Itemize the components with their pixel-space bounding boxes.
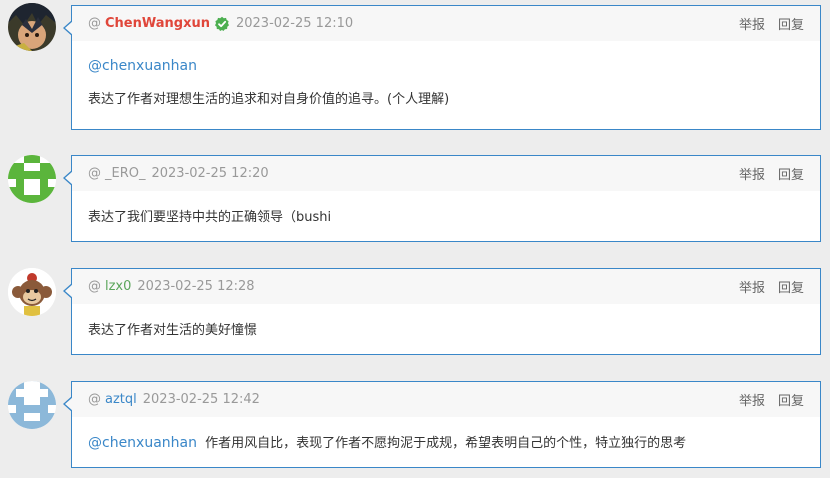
comment-body: @chenxuanhan 表达了作者对理想生活的追求和对自身价值的追寻。(个人理… (72, 58, 820, 107)
comment-box: @ ChenWangxun 2023-02-25 12:10 举报 回复 @ch… (63, 5, 821, 130)
timestamp: 2023-02-25 12:20 (151, 166, 269, 181)
comment-header: @ lzx0 2023-02-25 12:28 举报 回复 (72, 269, 820, 304)
comment-header: @ _ERO_ 2023-02-25 12:20 举报 回复 (72, 156, 820, 191)
reply-button[interactable]: 回复 (778, 390, 804, 409)
reply-button[interactable]: 回复 (778, 164, 804, 183)
comment-box: @ aztql 2023-02-25 12:42 举报 回复 @chenxuan… (63, 381, 821, 468)
avatar[interactable] (8, 268, 56, 316)
comment-text: 表达了作者对理想生活的追求和对自身价值的追寻。(个人理解) (88, 92, 450, 107)
comment-body: 表达了我们要坚持中共的正确领导（bushi (72, 206, 820, 225)
verified-badge-icon (214, 16, 230, 32)
comment-box: @ _ERO_ 2023-02-25 12:20 举报 回复 表达了我们要坚持中… (63, 155, 821, 242)
identicon-green-icon (8, 155, 56, 203)
reply-button[interactable]: 回复 (778, 277, 804, 296)
comment-header: @ ChenWangxun 2023-02-25 12:10 举报 回复 (72, 6, 820, 41)
comment-text: 表达了作者对生活的美好憧憬 (88, 323, 258, 338)
mention-link[interactable]: @chenxuanhan (88, 435, 197, 451)
mention-link[interactable]: @chenxuanhan (88, 58, 804, 74)
avatar[interactable] (8, 381, 56, 429)
timestamp: 2023-02-25 12:10 (235, 16, 354, 31)
at-sign: @ (88, 392, 101, 407)
at-sign: @ (88, 16, 101, 31)
comment-actions: 举报 回复 (739, 277, 804, 296)
at-sign: @ (88, 166, 101, 181)
username-link[interactable]: lzx0 (105, 279, 131, 294)
anime-avatar-icon (8, 3, 56, 51)
report-button[interactable]: 举报 (739, 277, 765, 296)
avatar[interactable] (8, 155, 56, 203)
comment-actions: 举报 回复 (739, 14, 804, 33)
username-link[interactable]: _ERO_ (105, 166, 145, 181)
comment-header: @ aztql 2023-02-25 12:42 举报 回复 (72, 382, 820, 417)
avatar[interactable] (8, 3, 56, 51)
report-button[interactable]: 举报 (739, 164, 765, 183)
report-button[interactable]: 举报 (739, 390, 765, 409)
at-sign: @ (88, 279, 101, 294)
monkey-avatar-icon (8, 268, 56, 316)
username-link[interactable]: aztql (105, 392, 137, 407)
reply-button[interactable]: 回复 (778, 14, 804, 33)
timestamp: 2023-02-25 12:28 (137, 279, 255, 294)
comment-body: @chenxuanhan 作者用风自比，表现了作者不愿拘泥于成规，希望表明自己的… (72, 417, 820, 451)
identicon-blue-icon (8, 381, 56, 429)
comment-actions: 举报 回复 (739, 390, 804, 409)
report-button[interactable]: 举报 (739, 14, 765, 33)
comment-body: 表达了作者对生活的美好憧憬 (72, 319, 820, 338)
username-link[interactable]: ChenWangxun (105, 16, 210, 31)
comment-text: 作者用风自比，表现了作者不愿拘泥于成规，希望表明自己的个性，特立独行的思考 (205, 436, 687, 451)
timestamp: 2023-02-25 12:42 (142, 392, 260, 407)
comment-actions: 举报 回复 (739, 164, 804, 183)
comment-text: 表达了我们要坚持中共的正确领导（bushi (88, 210, 332, 225)
comment-box: @ lzx0 2023-02-25 12:28 举报 回复 表达了作者对生活的美… (63, 268, 821, 355)
